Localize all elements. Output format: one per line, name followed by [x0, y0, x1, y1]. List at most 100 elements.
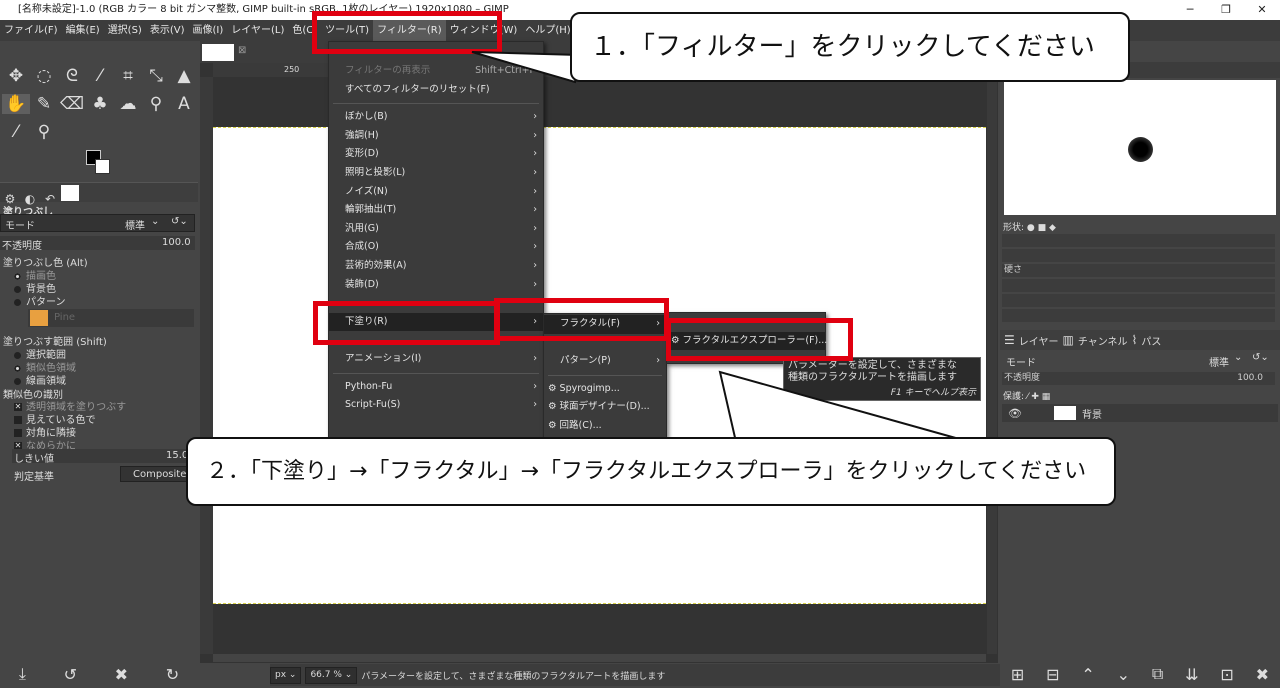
channels-icon: ▥: [1062, 333, 1074, 347]
opacity-slider[interactable]: 不透明度 100.0: [0, 236, 195, 252]
brush-angle-slider[interactable]: [1002, 294, 1275, 307]
circle-shape-icon[interactable]: ●: [1027, 223, 1035, 233]
crop-icon[interactable]: ⌗: [114, 66, 142, 86]
menu-help[interactable]: ヘルプ(H): [521, 20, 574, 41]
eye-icon[interactable]: 👁: [1008, 407, 1022, 420]
pattern-chooser[interactable]: Pine: [28, 309, 194, 327]
ellipse-select-icon[interactable]: ◌: [30, 66, 58, 86]
paintbrush-icon[interactable]: ✎: [30, 94, 58, 114]
layer-row[interactable]: 👁 背景: [1002, 404, 1278, 422]
menu-item-generic[interactable]: 汎用(G) ›: [329, 220, 543, 239]
tab-channels[interactable]: チャンネル: [1078, 333, 1128, 348]
save-preset-icon[interactable]: ⤓: [19, 664, 26, 684]
clone-icon[interactable]: ♣: [86, 94, 114, 114]
filters-menu: フィルターの再表示 Shift+Ctrl+F すべてのフィルターのリセット(F)…: [328, 41, 544, 438]
lock-position-icon[interactable]: ✚: [1031, 392, 1039, 402]
menu-item-pattern[interactable]: パターン(P) ›: [544, 352, 666, 371]
mode-select[interactable]: モード 標準 ⌄ ↺⌄: [0, 214, 195, 232]
menu-item-sphere-designer[interactable]: ⚙ 球面デザイナー(D)...: [544, 398, 666, 417]
image-tab-thumbnail[interactable]: [202, 44, 234, 61]
menu-item-blur[interactable]: ぼかし(B) ›: [329, 108, 543, 127]
unit-select[interactable]: px ⌄: [270, 666, 302, 684]
chevron-right-icon: ›: [533, 352, 537, 364]
menu-item-noise[interactable]: ノイズ(N) ›: [329, 183, 543, 202]
square-shape-icon[interactable]: ■: [1038, 223, 1047, 233]
menu-item-artistic[interactable]: 芸術的効果(A) ›: [329, 257, 543, 276]
lasso-icon[interactable]: ᘓ: [58, 66, 86, 86]
new-layer-icon[interactable]: ⊞: [1011, 665, 1024, 684]
tab-paths[interactable]: パス: [1141, 333, 1161, 348]
window-controls: ─ ❐ ✕: [1172, 0, 1280, 20]
menu-layer[interactable]: レイヤー(L): [227, 20, 288, 41]
menu-item-circuit[interactable]: ⚙ 回路(C)...: [544, 417, 666, 436]
menu-item-combine[interactable]: 合成(O) ›: [329, 238, 543, 257]
criterion-select[interactable]: Composite: [120, 466, 192, 482]
layer-mode-select[interactable]: モード 標準 ⌄ ↺⌄: [1002, 352, 1276, 369]
close-window-button[interactable]: ✕: [1244, 0, 1280, 20]
reset-icon[interactable]: ↻: [166, 665, 179, 684]
layer-name[interactable]: 背景: [1082, 406, 1102, 421]
zoom-select[interactable]: 66.7 % ⌄: [305, 666, 358, 684]
menu-image[interactable]: 画像(I): [189, 20, 228, 41]
images-tab-icon[interactable]: [61, 185, 79, 201]
move-tool-icon[interactable]: ✥: [2, 66, 30, 86]
layer-opacity-value: 100.0: [1237, 373, 1263, 383]
fuzzy-select-icon[interactable]: ⁄: [86, 66, 114, 86]
brush-hardness-slider[interactable]: 硬さ: [1002, 264, 1275, 277]
brush-spacing-slider[interactable]: [1002, 309, 1275, 322]
menu-item-enhance[interactable]: 強調(H) ›: [329, 127, 543, 146]
tab-layers[interactable]: レイヤー: [1019, 333, 1059, 348]
eraser-icon[interactable]: ⌫: [58, 94, 86, 114]
menu-item-light-shadow[interactable]: 照明と投影(L) ›: [329, 164, 543, 183]
menu-item-edge-detect[interactable]: 輪郭抽出(T) ›: [329, 201, 543, 220]
chevron-right-icon: ›: [533, 129, 537, 141]
menu-select[interactable]: 選択(S): [104, 20, 146, 41]
layer-opacity-slider[interactable]: 不透明度 100.0: [1002, 372, 1275, 385]
diamond-shape-icon[interactable]: ◆: [1049, 223, 1056, 233]
menu-item-animation[interactable]: アニメーション(I) ›: [329, 350, 543, 369]
fill-pattern-radio[interactable]: パターン: [14, 293, 66, 308]
menu-edit[interactable]: 編集(E): [62, 20, 104, 41]
menu-item-spyrogimp[interactable]: ⚙ Spyrogimp...: [544, 380, 666, 399]
new-group-icon[interactable]: ⊟: [1046, 665, 1059, 684]
zoom-icon[interactable]: ⚲: [30, 122, 58, 142]
brush-aspect-slider[interactable]: [1002, 279, 1275, 292]
text-icon[interactable]: A: [170, 94, 198, 114]
menu-item-decor[interactable]: 装飾(D) ›: [329, 276, 543, 295]
menu-file[interactable]: ファイル(F): [0, 20, 62, 41]
menu-view[interactable]: 表示(V): [146, 20, 189, 41]
bucket-fill-icon[interactable]: ✋: [2, 94, 30, 114]
lower-layer-icon[interactable]: ⌄: [1117, 665, 1130, 684]
maximize-button[interactable]: ❐: [1208, 0, 1244, 20]
close-tab-icon[interactable]: ⊠: [238, 45, 246, 56]
merge-down-icon[interactable]: ⇊: [1185, 665, 1198, 684]
duplicate-layer-icon[interactable]: ⧉: [1152, 664, 1163, 684]
brush-radius-slider[interactable]: [1002, 234, 1275, 247]
area-line-radio[interactable]: 線画領域: [14, 372, 66, 387]
restore-icon[interactable]: ↺: [64, 665, 77, 684]
fg-bg-colors[interactable]: [86, 150, 110, 174]
delete-layer-icon[interactable]: ✖: [1256, 665, 1269, 684]
layer-mask-icon[interactable]: ⊡: [1220, 665, 1233, 684]
menu-item-script-fu[interactable]: Script-Fu(S) ›: [329, 396, 543, 415]
color-picker-icon[interactable]: ⁄: [2, 122, 30, 142]
lock-alpha-icon[interactable]: ▦: [1042, 392, 1051, 402]
warp-icon[interactable]: ▲: [170, 66, 198, 86]
delete-icon[interactable]: ✖: [115, 665, 128, 684]
smudge-icon[interactable]: ☁: [114, 94, 142, 114]
reset-layer-mode-icon[interactable]: ↺⌄: [1252, 352, 1269, 363]
vertical-scrollbar[interactable]: [987, 77, 997, 654]
reset-mode-icon[interactable]: ↺⌄: [171, 216, 188, 227]
menu-item-distorts[interactable]: 変形(D) ›: [329, 145, 543, 164]
paths-icon[interactable]: ⚲: [142, 94, 170, 114]
enhance-label: 強調(H): [345, 129, 379, 141]
horizontal-scrollbar[interactable]: [213, 654, 986, 662]
menu-item-python-fu[interactable]: Python-Fu ›: [329, 378, 543, 397]
transform-icon[interactable]: ⤡: [142, 66, 170, 86]
threshold-slider[interactable]: しきい値 15.0: [12, 449, 190, 465]
bg-color-swatch[interactable]: [95, 159, 110, 174]
minimize-button[interactable]: ─: [1172, 0, 1208, 20]
lock-pixels-icon[interactable]: ⁄: [1027, 392, 1029, 402]
raise-layer-icon[interactable]: ⌃: [1081, 665, 1094, 684]
brush-spikes-slider[interactable]: [1002, 249, 1275, 262]
